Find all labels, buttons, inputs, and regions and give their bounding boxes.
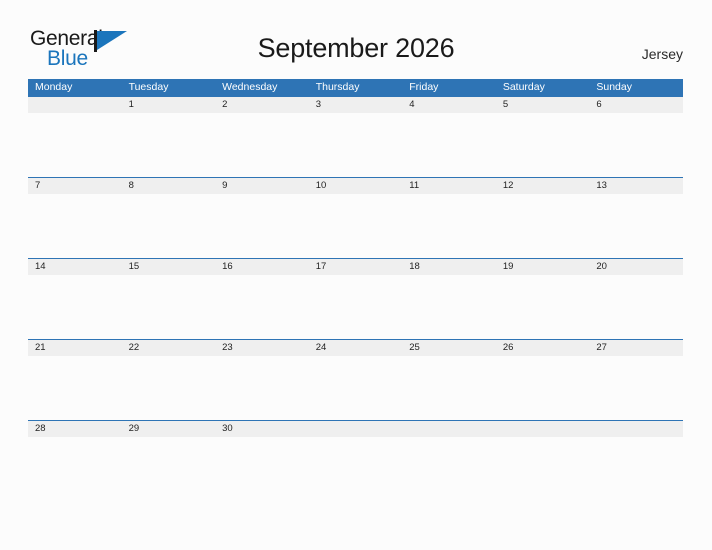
day-cell[interactable]	[402, 421, 496, 437]
calendar-week-row: 14 15 16 17 18 19 20	[28, 258, 683, 339]
day-cell[interactable]: 15	[122, 259, 216, 275]
weekday-header-tuesday: Tuesday	[128, 81, 169, 93]
day-cell[interactable]: 19	[496, 259, 590, 275]
day-cell[interactable]	[309, 421, 403, 437]
week-date-band: 14 15 16 17 18 19 20	[28, 259, 683, 275]
calendar-week-row: 1 2 3 4 5 6	[28, 96, 683, 177]
day-cell[interactable]: 18	[402, 259, 496, 275]
day-cell[interactable]: 1	[122, 97, 216, 113]
day-cell[interactable]: 25	[402, 340, 496, 356]
week-event-area[interactable]	[28, 275, 683, 339]
day-cell[interactable]: 21	[28, 340, 122, 356]
day-cell[interactable]: 12	[496, 178, 590, 194]
day-cell[interactable]	[28, 97, 122, 113]
week-date-band: 21 22 23 24 25 26 27	[28, 340, 683, 356]
day-cell[interactable]: 16	[215, 259, 309, 275]
day-cell[interactable]: 2	[215, 97, 309, 113]
calendar-week-row: 7 8 9 10 11 12 13	[28, 177, 683, 258]
day-cell[interactable]: 10	[309, 178, 403, 194]
day-cell[interactable]: 5	[496, 97, 590, 113]
day-cell[interactable]: 7	[28, 178, 122, 194]
day-cell[interactable]: 4	[402, 97, 496, 113]
weekday-header-friday: Friday	[409, 81, 439, 93]
day-cell[interactable]: 3	[309, 97, 403, 113]
week-event-area[interactable]	[28, 194, 683, 258]
weekday-header-wednesday: Wednesday	[222, 81, 278, 93]
day-cell[interactable]	[589, 421, 683, 437]
weekday-header-monday: Monday	[35, 81, 73, 93]
day-cell[interactable]: 24	[309, 340, 403, 356]
week-date-band: 7 8 9 10 11 12 13	[28, 178, 683, 194]
week-event-area[interactable]	[28, 113, 683, 177]
page-title: September 2026	[257, 33, 455, 63]
day-cell[interactable]: 28	[28, 421, 122, 437]
day-cell[interactable]: 13	[589, 178, 683, 194]
day-cell[interactable]: 14	[28, 259, 122, 275]
weekday-header-saturday: Saturday	[502, 81, 545, 93]
day-cell[interactable]: 17	[309, 259, 403, 275]
day-cell[interactable]: 29	[122, 421, 216, 437]
weekday-header-row: Monday Tuesday Wednesday Thursday Friday…	[28, 79, 683, 96]
week-date-band: 1 2 3 4 5 6	[28, 97, 683, 113]
day-cell[interactable]: 8	[122, 178, 216, 194]
calendar-week-row: 28 29 30	[28, 420, 683, 501]
page-header: General Blue September 2026 Jersey	[0, 0, 712, 76]
day-cell[interactable]: 6	[589, 97, 683, 113]
weekday-header-sunday: Sunday	[596, 81, 632, 93]
week-date-band: 28 29 30	[28, 421, 683, 437]
day-cell[interactable]: 27	[589, 340, 683, 356]
calendar-grid: Monday Tuesday Wednesday Thursday Friday…	[28, 79, 683, 501]
day-cell[interactable]: 23	[215, 340, 309, 356]
day-cell[interactable]: 20	[589, 259, 683, 275]
day-cell[interactable]: 9	[215, 178, 309, 194]
day-cell[interactable]: 30	[215, 421, 309, 437]
day-cell[interactable]	[496, 421, 590, 437]
calendar-week-row: 21 22 23 24 25 26 27	[28, 339, 683, 420]
week-event-area[interactable]	[28, 356, 683, 420]
week-event-area[interactable]	[28, 437, 683, 501]
day-cell[interactable]: 11	[402, 178, 496, 194]
day-cell[interactable]: 26	[496, 340, 590, 356]
region-label: Jersey	[641, 46, 683, 62]
day-cell[interactable]: 22	[122, 340, 216, 356]
weekday-header-thursday: Thursday	[315, 81, 360, 93]
